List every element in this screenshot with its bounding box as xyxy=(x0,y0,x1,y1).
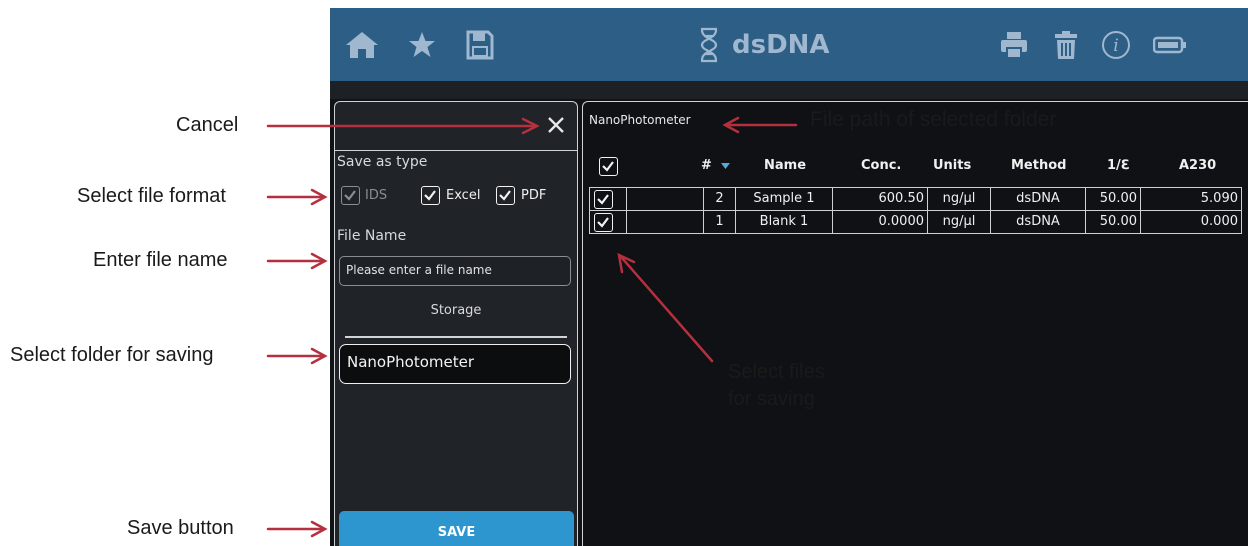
annotation-arrows xyxy=(266,116,798,538)
